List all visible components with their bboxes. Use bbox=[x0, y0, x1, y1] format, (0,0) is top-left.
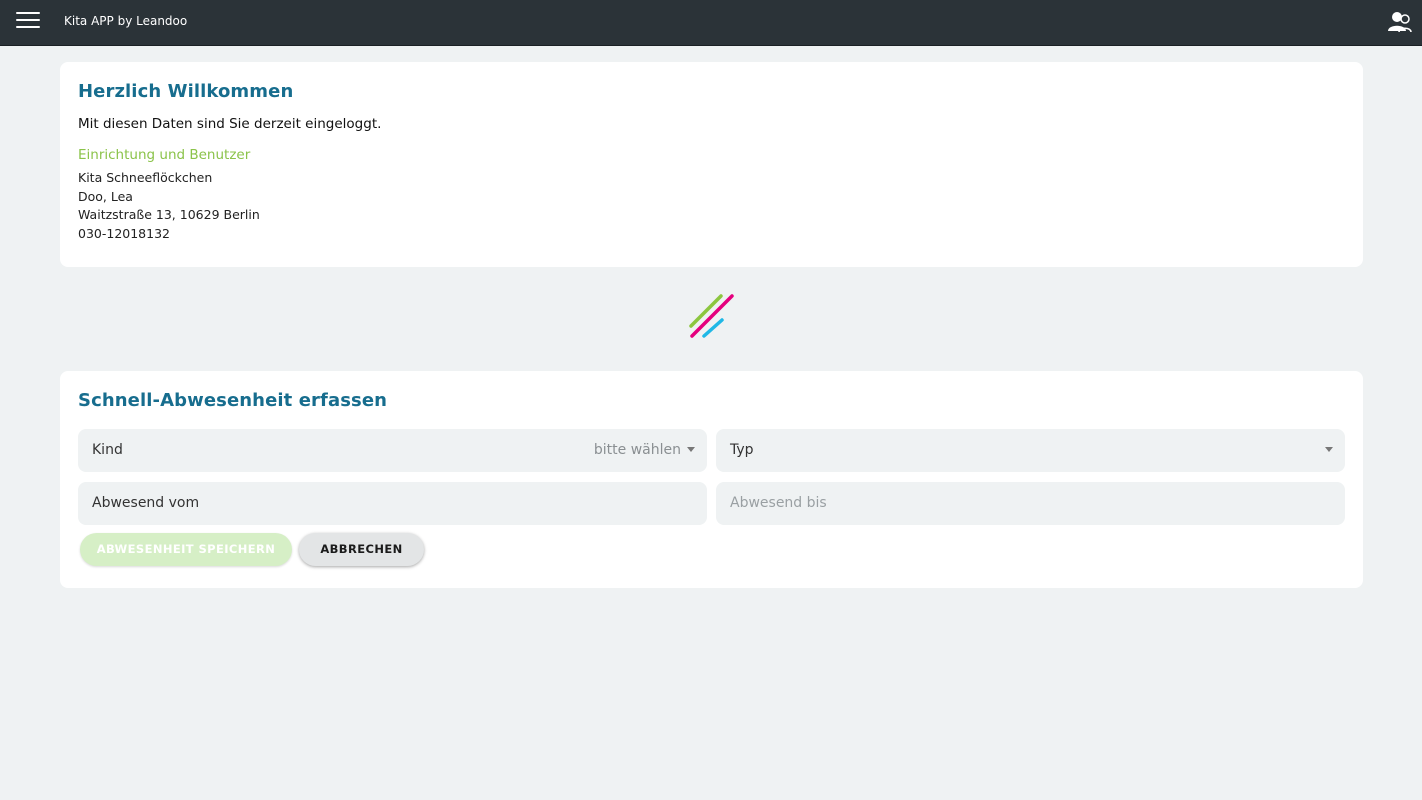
user-switch-icon[interactable] bbox=[1386, 10, 1412, 34]
facility-name: Kita Schneeflöckchen bbox=[78, 170, 213, 185]
facility-user-label: Einrichtung und Benutzer bbox=[78, 147, 251, 163]
welcome-title: Herzlich Willkommen bbox=[78, 81, 294, 102]
hamburger-menu-icon[interactable] bbox=[16, 12, 40, 32]
leandoo-logo-icon bbox=[689, 294, 734, 338]
quick-absence-card: Schnell-Abwesenheit erfassen Kind bitte … bbox=[60, 371, 1363, 588]
absent-from-label: Abwesend vom bbox=[92, 495, 200, 511]
cancel-button[interactable]: ABBRECHEN bbox=[299, 533, 424, 566]
absent-until-field[interactable]: Abwesend bis bbox=[716, 482, 1345, 525]
facility-address: Waitzstraße 13, 10629 Berlin bbox=[78, 207, 260, 222]
absent-until-placeholder: Abwesend bis bbox=[730, 495, 827, 511]
child-select-value: bitte wählen bbox=[593, 442, 681, 458]
welcome-card: Herzlich Willkommen Mit diesen Daten sin… bbox=[60, 62, 1363, 267]
user-name: Doo, Lea bbox=[78, 189, 133, 204]
chevron-down-icon bbox=[1325, 447, 1333, 452]
save-absence-button[interactable]: ABWESENHEIT SPEICHERN bbox=[80, 533, 292, 566]
quick-absence-title: Schnell-Abwesenheit erfassen bbox=[78, 390, 388, 411]
absent-from-field[interactable]: Abwesend vom bbox=[78, 482, 707, 525]
child-select-label: Kind bbox=[92, 442, 123, 458]
facility-phone: 030-12018132 bbox=[78, 226, 170, 241]
app-title: Kita APP by Leandoo bbox=[64, 14, 188, 28]
top-bar: Kita APP by Leandoo bbox=[0, 0, 1422, 46]
child-select[interactable]: Kind bitte wählen bbox=[78, 429, 707, 472]
type-select-label: Typ bbox=[730, 442, 754, 458]
type-select[interactable]: Typ bbox=[716, 429, 1345, 472]
welcome-intro-text: Mit diesen Daten sind Sie derzeit eingel… bbox=[78, 116, 382, 132]
chevron-down-icon bbox=[687, 447, 695, 452]
